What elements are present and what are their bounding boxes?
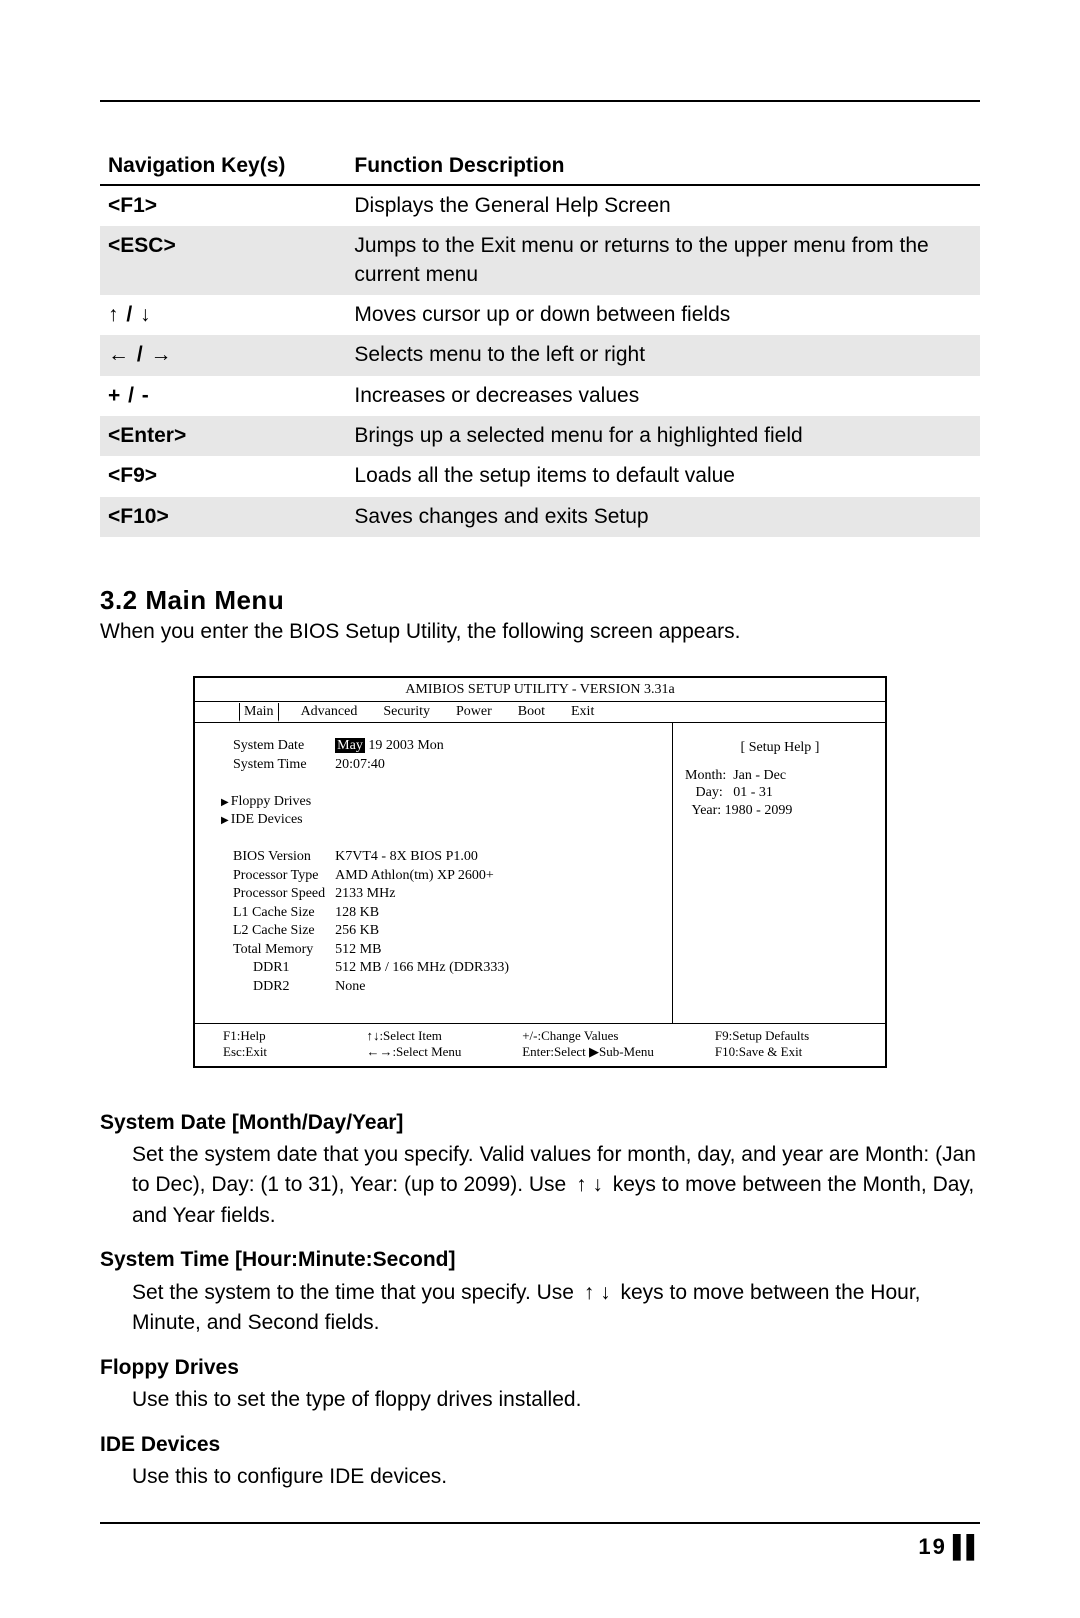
description-title: System Date [Month/Day/Year] xyxy=(100,1108,980,1138)
page-number: 19▌▌ xyxy=(918,1534,980,1560)
bios-field-label: L1 Cache Size xyxy=(205,904,335,923)
bios-help-pane: [ Setup Help ] Month: Jan - Dec Day: 01 … xyxy=(672,723,885,1023)
description-body: Set the system date that you specify. Va… xyxy=(132,1140,980,1231)
table-row: + / -Increases or decreases values xyxy=(100,376,980,416)
table-row: <F9>Loads all the setup items to default… xyxy=(100,456,980,496)
bios-field-label: IDE Devices xyxy=(205,811,335,830)
nav-desc: Selects menu to the left or right xyxy=(346,335,980,375)
nav-header-key: Navigation Key(s) xyxy=(100,148,346,185)
nav-desc: Loads all the setup items to default val… xyxy=(346,456,980,496)
field-descriptions: System Date [Month/Day/Year]Set the syst… xyxy=(100,1108,980,1493)
bios-field-value: 128 KB xyxy=(335,904,519,923)
arrow-keys-icon: ↑ ↓ xyxy=(580,1281,615,1304)
nav-desc: Moves cursor up or down between fields xyxy=(346,295,980,335)
bios-footer-cell: F1:Help xyxy=(223,1028,358,1044)
bios-field-value: 2133 MHz xyxy=(335,885,519,904)
description-title: IDE Devices xyxy=(100,1430,980,1460)
table-row: <F10>Saves changes and exits Setup xyxy=(100,497,980,537)
nav-key: <ESC> xyxy=(100,226,346,295)
bios-help-line: Month: Jan - Dec xyxy=(685,767,875,785)
nav-key: <F1> xyxy=(100,185,346,226)
bios-help-line: Day: 01 - 31 xyxy=(685,784,875,802)
bios-field-value xyxy=(335,774,519,793)
arrow-keys-icon: ↑ ↓ xyxy=(572,1173,607,1196)
bios-help-title: [ Setup Help ] xyxy=(685,739,875,757)
nav-desc: Jumps to the Exit menu or returns to the… xyxy=(346,226,980,295)
description-body: Use this to configure IDE devices. xyxy=(132,1462,980,1492)
bottom-rule xyxy=(100,1522,980,1524)
table-row: <ESC>Jumps to the Exit menu or returns t… xyxy=(100,226,980,295)
nav-desc: Saves changes and exits Setup xyxy=(346,497,980,537)
nav-desc: Brings up a selected menu for a highligh… xyxy=(346,416,980,456)
top-rule xyxy=(100,100,980,102)
bios-tab: Main xyxy=(239,703,279,723)
bios-field-value: None xyxy=(335,978,519,997)
nav-header-desc: Function Description xyxy=(346,148,980,185)
section-intro: When you enter the BIOS Setup Utility, t… xyxy=(100,620,980,644)
bios-field-value: 20:07:40 xyxy=(335,756,519,775)
bios-left-pane: System DateMay 19 2003 MonSystem Time20:… xyxy=(195,723,672,1023)
bios-title: AMIBIOS SETUP UTILITY - VERSION 3.31a xyxy=(195,678,885,702)
table-row: ↑ / ↓Moves cursor up or down between fie… xyxy=(100,295,980,335)
bios-tab: Boot xyxy=(514,703,549,721)
bios-field-label: Floppy Drives xyxy=(205,793,335,812)
nav-key: + / - xyxy=(100,376,346,416)
bios-tab-bar: Main Advanced Security Power Boot Exit xyxy=(195,702,885,724)
nav-key: ↑ / ↓ xyxy=(100,295,346,335)
table-row: <F1>Displays the General Help Screen xyxy=(100,185,980,226)
navigation-keys-table: Navigation Key(s) Function Description <… xyxy=(100,148,980,537)
bios-field-value: 512 MB / 166 MHz (DDR333) xyxy=(335,959,519,978)
bios-footer: F1:Help ↑↓:Select Item +/-:Change Values F9… xyxy=(195,1023,885,1066)
bios-field-value xyxy=(335,793,519,812)
nav-key: <Enter> xyxy=(100,416,346,456)
nav-key: <F10> xyxy=(100,497,346,537)
bios-footer-cell: Enter:Select ▶Sub-Menu xyxy=(522,1044,707,1060)
bios-field-value xyxy=(335,811,519,830)
bios-field-label: System Time xyxy=(205,756,335,775)
bios-footer-cell: Esc:Exit xyxy=(223,1044,358,1060)
bios-field-label: DDR1 xyxy=(205,959,335,978)
bios-tab: Power xyxy=(452,703,496,721)
bios-field-value: 512 MB xyxy=(335,941,519,960)
bios-screenshot: AMIBIOS SETUP UTILITY - VERSION 3.31a Ma… xyxy=(193,676,887,1068)
bios-field-label: DDR2 xyxy=(205,978,335,997)
bios-help-line: Year: 1980 - 2099 xyxy=(685,802,875,820)
bios-field-value xyxy=(335,830,519,849)
section-heading: 3.2 Main Menu xyxy=(100,585,980,616)
bios-footer-cell: +/-:Change Values xyxy=(522,1028,707,1044)
page-number-value: 19 xyxy=(918,1534,946,1559)
bios-field-label: Total Memory xyxy=(205,941,335,960)
bios-footer-cell: F9:Setup Defaults xyxy=(715,1028,875,1044)
description-title: Floppy Drives xyxy=(100,1353,980,1383)
nav-desc: Increases or decreases values xyxy=(346,376,980,416)
bios-field-value: AMD Athlon(tm) XP 2600+ xyxy=(335,867,519,886)
document-page: Navigation Key(s) Function Description <… xyxy=(0,0,1080,1618)
bios-field-label: System Date xyxy=(205,737,335,756)
bios-tab: Security xyxy=(379,703,434,721)
bios-field-value: 256 KB xyxy=(335,922,519,941)
nav-key: ← / → xyxy=(100,335,346,375)
bios-field-label: Processor Speed xyxy=(205,885,335,904)
nav-desc: Displays the General Help Screen xyxy=(346,185,980,226)
bios-field-label xyxy=(205,774,335,793)
bios-footer-cell: ←→:Select Menu xyxy=(366,1044,514,1060)
description-body: Use this to set the type of floppy drive… xyxy=(132,1385,980,1415)
bios-tab: Exit xyxy=(567,703,598,721)
bios-field-label xyxy=(205,830,335,849)
bios-field-label: Processor Type xyxy=(205,867,335,886)
bios-field-value: K7VT4 - 8X BIOS P1.00 xyxy=(335,848,519,867)
bios-tab: Advanced xyxy=(297,703,362,721)
bios-field-value: May 19 2003 Mon xyxy=(335,737,519,756)
description-title: System Time [Hour:Minute:Second] xyxy=(100,1245,980,1275)
bios-footer-cell: ↑↓:Select Item xyxy=(366,1028,514,1044)
bios-field-label: L2 Cache Size xyxy=(205,922,335,941)
bios-fields: System DateMay 19 2003 MonSystem Time20:… xyxy=(205,737,519,996)
table-row: <Enter>Brings up a selected menu for a h… xyxy=(100,416,980,456)
description-body: Set the system to the time that you spec… xyxy=(132,1278,980,1339)
bios-footer-cell: F10:Save & Exit xyxy=(715,1044,875,1060)
bios-field-label: BIOS Version xyxy=(205,848,335,867)
table-row: ← / →Selects menu to the left or right xyxy=(100,335,980,375)
nav-key: <F9> xyxy=(100,456,346,496)
